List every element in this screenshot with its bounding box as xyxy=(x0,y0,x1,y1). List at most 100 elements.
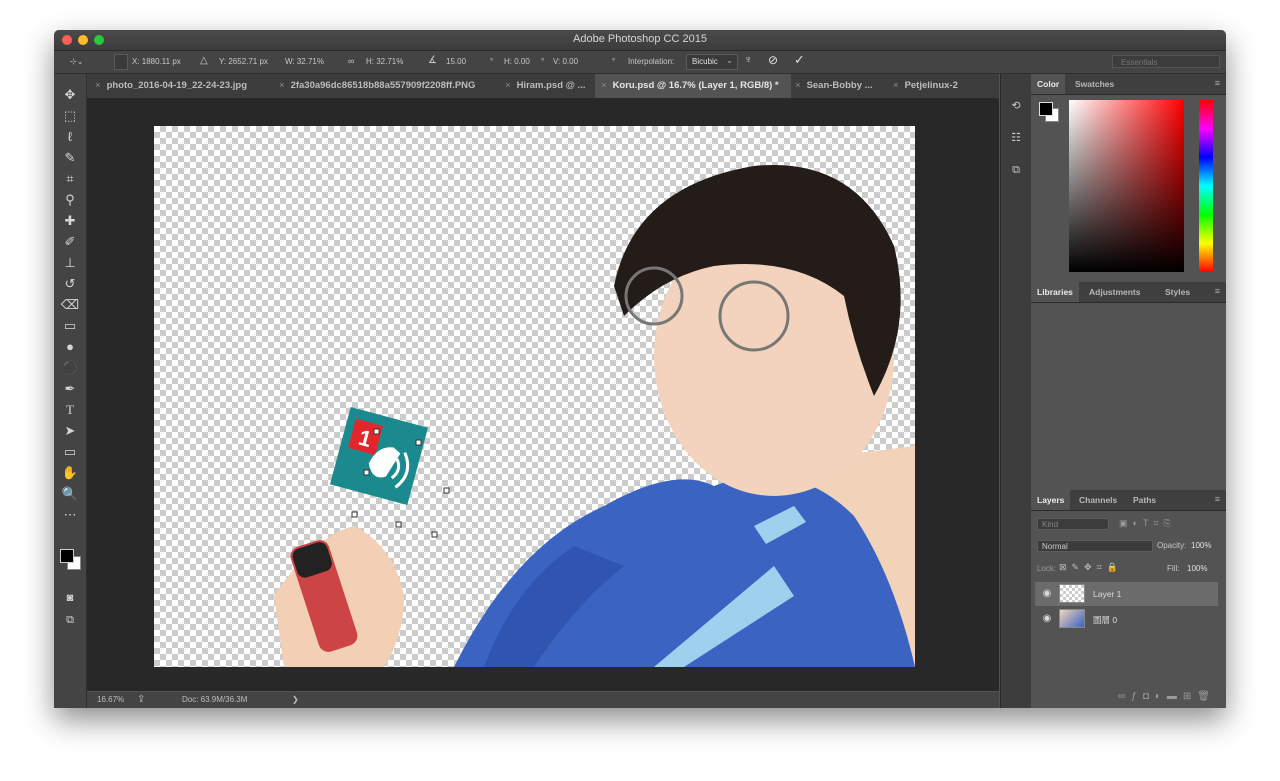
panel-dock: ⟲ ☷ ⧉ xyxy=(1000,74,1032,708)
options-bar: ⊹⌄ X: 1880.11 px △ Y: 2652.71 px W: 32.7… xyxy=(54,51,1226,74)
history-panel-icon[interactable]: ⟲ xyxy=(1008,98,1024,114)
clone-stamp-tool-icon[interactable]: ⊥ xyxy=(60,254,80,272)
foreground-color-swatch-top[interactable] xyxy=(60,549,74,563)
dodge-tool-icon[interactable]: ⚫ xyxy=(60,359,80,377)
skew-v-field[interactable]: V: 0.00 xyxy=(553,57,578,66)
tab-swatches[interactable]: Swatches xyxy=(1069,74,1120,94)
angle-field[interactable]: 15.00 xyxy=(446,57,466,66)
tab-photo[interactable]: × photo_2016-04-19_22-24-23.jpg xyxy=(89,74,270,98)
pen-tool-icon[interactable]: ✒ xyxy=(60,380,80,398)
lock-label: Lock: xyxy=(1037,564,1057,573)
move-tool-icon[interactable]: ✥ xyxy=(60,86,80,104)
close-icon[interactable]: × xyxy=(95,80,101,91)
zoom-level[interactable]: 16.67% xyxy=(97,692,124,708)
close-icon[interactable]: × xyxy=(893,80,899,91)
status-menu-arrow[interactable]: ❯ xyxy=(292,692,299,708)
brush-tool-icon[interactable]: ✐ xyxy=(60,233,80,251)
eye-icon[interactable]: ◉ xyxy=(1041,588,1053,600)
layer-row-layer-0[interactable]: ◉ 圖層 0 xyxy=(1035,607,1218,631)
close-icon[interactable]: × xyxy=(505,80,511,91)
close-icon[interactable]: × xyxy=(279,80,285,91)
marquee-tool-icon[interactable]: ⬚ xyxy=(60,107,80,125)
tab-color[interactable]: Color xyxy=(1031,74,1066,94)
tab-paths[interactable]: Paths xyxy=(1127,490,1162,510)
hue-slider[interactable] xyxy=(1199,100,1213,272)
interpolation-label: Interpolation: xyxy=(628,57,675,66)
width-field[interactable]: W: 32.71% xyxy=(285,57,324,66)
skew-h-unit: ° xyxy=(541,57,545,66)
more-tools-icon[interactable]: ⋯ xyxy=(60,506,80,524)
share-icon[interactable]: ⇪ xyxy=(137,692,145,708)
lock-icons[interactable]: ⊠✎✥⌗🔒 xyxy=(1059,562,1123,573)
document-canvas[interactable]: 1 xyxy=(154,126,915,667)
tab-adjustments[interactable]: Adjustments xyxy=(1083,282,1146,302)
fill-value[interactable]: 100% xyxy=(1187,564,1207,573)
opacity-value[interactable]: 100% xyxy=(1191,541,1211,550)
color-field[interactable] xyxy=(1069,100,1184,272)
angle-unit: ° xyxy=(490,57,494,66)
path-selection-tool-icon[interactable]: ➤ xyxy=(60,422,80,440)
height-field[interactable]: H: 32.71% xyxy=(366,57,403,66)
gradient-tool-icon[interactable]: ▭ xyxy=(60,317,80,335)
lasso-tool-icon[interactable]: ℓ xyxy=(60,128,80,146)
crop-tool-icon[interactable]: ⌗ xyxy=(60,170,80,188)
quick-selection-tool-icon[interactable]: ✎ xyxy=(60,149,80,167)
layer-filter-icons[interactable]: ▣◐T⌗⎘ xyxy=(1119,518,1176,529)
skew-h-field[interactable]: H: 0.00 xyxy=(504,57,530,66)
panel-menu-icon[interactable]: ≡ xyxy=(1215,494,1220,504)
rectangle-tool-icon[interactable]: ▭ xyxy=(60,443,80,461)
workspace-switcher[interactable]: Essentials xyxy=(1112,55,1220,68)
tab-koru[interactable]: × Koru.psd @ 16.7% (Layer 1, RGB/8) * xyxy=(595,74,791,98)
window-title: Adobe Photoshop CC 2015 xyxy=(573,33,707,45)
character-panel-icon[interactable]: ⧉ xyxy=(1008,162,1024,178)
eraser-tool-icon[interactable]: ⌫ xyxy=(60,296,80,314)
tab-label: Petjelinux-2 xyxy=(904,80,958,91)
layer-row-layer-1[interactable]: ◉ Layer 1 xyxy=(1035,582,1218,606)
eye-icon[interactable]: ◉ xyxy=(1041,613,1053,625)
x-field[interactable]: X: 1880.11 px xyxy=(132,57,181,66)
photoshop-window: Adobe Photoshop CC 2015 ⊹⌄ X: 1880.11 px… xyxy=(54,30,1226,708)
screen-mode-icon[interactable]: ⧉ xyxy=(60,611,80,629)
move-tool-icon[interactable]: ⊹⌄ xyxy=(70,57,83,66)
y-field[interactable]: Y: 2652.71 px xyxy=(219,57,268,66)
tab-sean-bobby[interactable]: × Sean-Bobby ... xyxy=(789,74,887,98)
tab-styles[interactable]: Styles xyxy=(1159,282,1196,302)
tab-hiram[interactable]: × Hiram.psd @ ... xyxy=(499,74,597,98)
history-brush-tool-icon[interactable]: ↺ xyxy=(60,275,80,293)
tab-label: Hiram.psd @ ... xyxy=(516,80,586,91)
layer-filter-select[interactable]: Kind xyxy=(1037,518,1109,530)
layers-footer-icons[interactable]: ∞ƒ◘◐▬⊞🗑 xyxy=(1031,686,1226,708)
panel-menu-icon[interactable]: ≡ xyxy=(1215,286,1220,296)
layer-thumbnail xyxy=(1059,584,1085,603)
tab-petjelinux[interactable]: × Petjelinux-2 xyxy=(887,74,979,98)
foreground-color-chip-top[interactable] xyxy=(1039,102,1053,116)
warp-icon[interactable]: ♆ xyxy=(744,54,752,66)
commit-transform-icon[interactable]: ✓ xyxy=(794,52,805,68)
reference-point-icon[interactable] xyxy=(114,54,128,70)
tab-libraries[interactable]: Libraries xyxy=(1031,282,1079,302)
tab-png[interactable]: × 2fa30a96dc86518b88a557909f2208ff.PNG xyxy=(273,74,496,98)
tab-label: 2fa30a96dc86518b88a557909f2208ff.PNG xyxy=(290,80,476,91)
hand-tool-icon[interactable]: ✋ xyxy=(60,464,80,482)
eyedropper-tool-icon[interactable]: ⚲ xyxy=(60,191,80,209)
blend-mode-select[interactable]: Normal xyxy=(1037,540,1153,552)
sticker-group: 1 xyxy=(330,407,428,505)
zoom-tool-icon[interactable]: 🔍 xyxy=(60,485,80,503)
properties-panel-icon[interactable]: ☷ xyxy=(1008,130,1024,146)
tab-layers[interactable]: Layers xyxy=(1031,490,1071,510)
healing-brush-tool-icon[interactable]: ✚ xyxy=(60,212,80,230)
link-icon[interactable]: ∞ xyxy=(348,56,354,66)
panel-menu-icon[interactable]: ≡ xyxy=(1215,78,1220,88)
tab-channels[interactable]: Channels xyxy=(1073,490,1123,510)
type-tool-icon[interactable]: T xyxy=(60,401,80,419)
opacity-label: Opacity: xyxy=(1157,541,1187,550)
delta-icon[interactable]: △ xyxy=(200,55,208,66)
cancel-transform-icon[interactable]: ⊘ xyxy=(768,53,778,67)
blur-tool-icon[interactable]: ● xyxy=(60,338,80,356)
close-icon[interactable]: × xyxy=(795,80,801,91)
quick-mask-icon[interactable]: ◙ xyxy=(60,589,80,607)
canvas-area[interactable]: 1 xyxy=(87,99,999,691)
angle-icon: ∡ xyxy=(428,55,437,66)
interpolation-select[interactable]: Bicubic ⌄ xyxy=(686,54,738,70)
close-icon[interactable]: × xyxy=(601,80,607,91)
